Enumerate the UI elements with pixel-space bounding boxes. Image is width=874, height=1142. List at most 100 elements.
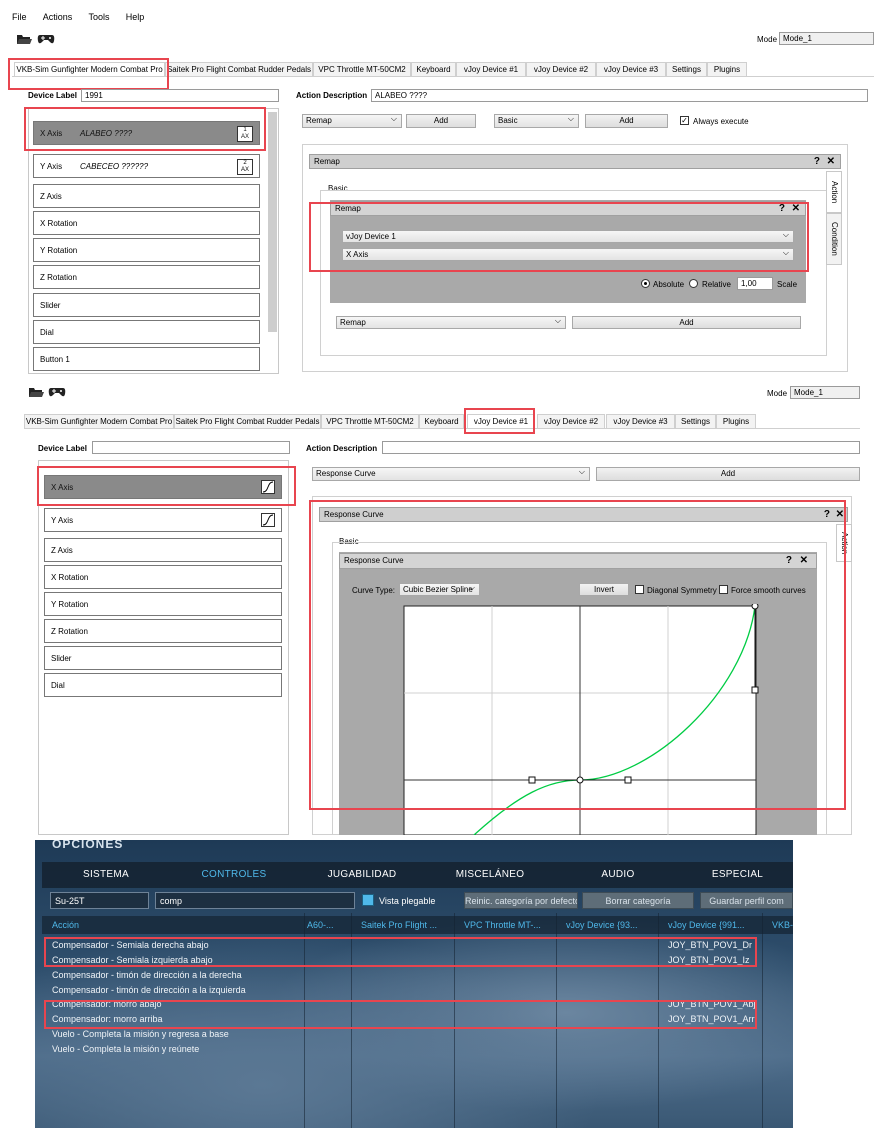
axis-row-x-rotation[interactable]: X Rotation xyxy=(33,211,260,235)
condition-type-combo[interactable]: Basic xyxy=(494,113,579,128)
diagonal-symmetry-checkbox[interactable] xyxy=(635,585,644,594)
tab-sistema[interactable]: SISTEMA xyxy=(42,862,170,888)
mode-select[interactable]: Mode_1 xyxy=(779,32,874,45)
absolute-radio[interactable] xyxy=(641,279,650,288)
help-icon[interactable]: ? xyxy=(779,202,785,216)
scale-spinbox[interactable]: 1,00 xyxy=(737,277,773,290)
menu-actions[interactable]: Actions xyxy=(43,12,73,22)
axis-row-y[interactable]: Y Axis CABECEO ?????? 2 AX xyxy=(33,154,260,178)
reset-category-button[interactable]: Reinic. categoría por defecto xyxy=(464,892,578,909)
help-icon[interactable]: ? xyxy=(814,155,820,169)
curve-type-combo[interactable]: Cubic Bezier Spline xyxy=(399,582,480,596)
axis-row-x[interactable]: X Axis ALABEO ???? 1 AX xyxy=(33,121,260,145)
tab-miscelaneo[interactable]: MISCELÁNEO xyxy=(426,862,554,888)
binding-cell-vjoy[interactable]: JOY_BTN_POV1_Arr xyxy=(668,1014,755,1024)
invert-button[interactable]: Invert xyxy=(579,583,629,596)
column-vjoy-93[interactable]: vJoy Device {93... xyxy=(566,920,660,930)
binding-row-action[interactable]: Compensador - timón de dirección a la de… xyxy=(52,970,242,980)
gamepad-icon[interactable] xyxy=(48,386,66,398)
always-execute-checkbox[interactable]: ✓ xyxy=(680,116,689,125)
column-saitek[interactable]: Saitek Pro Flight ... xyxy=(361,920,457,930)
side-tab-condition[interactable]: Condition xyxy=(826,213,842,265)
column-vjoy-991[interactable]: vJoy Device {991... xyxy=(668,920,762,930)
tab-vjoy1[interactable]: vJoy Device #1 xyxy=(456,62,526,76)
tab-settings[interactable]: Settings xyxy=(666,62,707,76)
tab-vkb[interactable]: VKB-Sim Gunfighter Modern Combat Pro xyxy=(24,414,174,428)
axis-list-scrollbar[interactable] xyxy=(268,112,277,332)
axis-row-z[interactable]: Z Axis xyxy=(44,538,282,562)
tab-keyboard[interactable]: Keyboard xyxy=(411,62,456,76)
save-profile-button[interactable]: Guardar perfil com xyxy=(700,892,793,909)
tab-saitek[interactable]: Saitek Pro Flight Combat Rudder Pedals xyxy=(174,414,321,428)
category-filter-input[interactable]: comp xyxy=(155,892,355,909)
vista-plegable-checkbox[interactable] xyxy=(362,894,374,906)
binding-cell-vjoy[interactable]: JOY_BTN_POV1_Iz xyxy=(668,955,750,965)
axis-row-y-rotation[interactable]: Y Rotation xyxy=(44,592,282,616)
axis-row-slider[interactable]: Slider xyxy=(33,293,260,317)
tab-vjoy3[interactable]: vJoy Device #3 xyxy=(596,62,666,76)
action-description-input[interactable]: ALABEO ???? xyxy=(371,89,868,102)
tab-vkb[interactable]: VKB-Sim Gunfighter Modern Combat Pro xyxy=(14,62,165,76)
clear-category-button[interactable]: Borrar categoría xyxy=(582,892,694,909)
axis-row-button1[interactable]: Button 1 xyxy=(33,347,260,371)
axis-row-slider[interactable]: Slider xyxy=(44,646,282,670)
action-description-input[interactable] xyxy=(382,441,860,454)
tab-settings[interactable]: Settings xyxy=(675,414,716,428)
binding-row-action[interactable]: Vuelo - Completa la misión y reúnete xyxy=(52,1044,199,1054)
menu-help[interactable]: Help xyxy=(126,12,145,22)
close-icon[interactable]: ✕ xyxy=(800,554,808,568)
column-accion[interactable]: Acción xyxy=(52,920,292,930)
relative-radio[interactable] xyxy=(689,279,698,288)
binding-row-action[interactable]: Compensador: morro abajo xyxy=(52,999,162,1009)
sub-add-button[interactable]: Add xyxy=(572,316,801,329)
response-curve-graph[interactable] xyxy=(349,604,807,835)
tab-plugins[interactable]: Plugins xyxy=(707,62,747,76)
vjoy-device-combo[interactable]: vJoy Device 1 xyxy=(342,229,794,243)
axis-row-y-rotation[interactable]: Y Rotation xyxy=(33,238,260,262)
aircraft-select[interactable]: Su-25T xyxy=(50,892,149,909)
mode-select[interactable]: Mode_1 xyxy=(790,386,860,399)
tab-vpc-throttle[interactable]: VPC Throttle MT-50CM2 xyxy=(313,62,411,76)
side-tab-action[interactable]: Action xyxy=(826,171,842,213)
tab-especial[interactable]: ESPECIAL xyxy=(682,862,793,888)
tab-vjoy2[interactable]: vJoy Device #2 xyxy=(526,62,596,76)
help-icon[interactable]: ? xyxy=(824,508,830,522)
axis-row-x-rotation[interactable]: X Rotation xyxy=(44,565,282,589)
binding-row-action[interactable]: Compensador: morro arriba xyxy=(52,1014,163,1024)
binding-row-action[interactable]: Compensador - Semiala izquierda abajo xyxy=(52,955,213,965)
tab-jugabilidad[interactable]: JUGABILIDAD xyxy=(298,862,426,888)
axis-row-z-rotation[interactable]: Z Rotation xyxy=(44,619,282,643)
open-folder-icon[interactable] xyxy=(16,33,32,45)
column-vkb[interactable]: VKB- xyxy=(772,920,793,930)
add-action-button[interactable]: Add xyxy=(596,467,860,481)
tab-vjoy3[interactable]: vJoy Device #3 xyxy=(606,414,675,428)
binding-row-action[interactable]: Compensador - timón de dirección a la iz… xyxy=(52,985,246,995)
binding-row-action[interactable]: Vuelo - Completa la misión y regresa a b… xyxy=(52,1029,229,1039)
menu-file[interactable]: File xyxy=(12,12,27,22)
binding-cell-vjoy[interactable]: JOY_BTN_POV1_Dr xyxy=(668,940,752,950)
axis-row-dial[interactable]: Dial xyxy=(33,320,260,344)
open-folder-icon[interactable] xyxy=(28,386,44,398)
tab-vpc-throttle[interactable]: VPC Throttle MT-50CM2 xyxy=(321,414,419,428)
binding-row-action[interactable]: Compensador - Semiala derecha abajo xyxy=(52,940,209,950)
tab-saitek[interactable]: Saitek Pro Flight Combat Rudder Pedals xyxy=(165,62,313,76)
tab-vjoy2[interactable]: vJoy Device #2 xyxy=(537,414,605,428)
gamepad-icon[interactable] xyxy=(37,33,55,45)
vjoy-axis-combo[interactable]: X Axis xyxy=(342,247,794,261)
close-icon[interactable]: ✕ xyxy=(827,155,835,169)
axis-row-y[interactable]: Y Axis xyxy=(44,508,282,532)
device-label-input[interactable] xyxy=(92,441,290,454)
tab-plugins[interactable]: Plugins xyxy=(716,414,756,428)
device-label-input[interactable]: 1991 xyxy=(81,89,279,102)
force-smooth-checkbox[interactable] xyxy=(719,585,728,594)
tab-audio[interactable]: AUDIO xyxy=(554,862,682,888)
tab-vjoy1[interactable]: vJoy Device #1 xyxy=(467,414,535,428)
sub-action-combo[interactable]: Remap xyxy=(336,315,566,329)
axis-row-z[interactable]: Z Axis xyxy=(33,184,260,208)
tab-controles[interactable]: CONTROLES xyxy=(170,862,298,888)
close-icon[interactable]: ✕ xyxy=(792,202,800,216)
side-tab-action[interactable]: Action xyxy=(836,524,852,562)
tab-keyboard[interactable]: Keyboard xyxy=(419,414,464,428)
axis-row-x[interactable]: X Axis xyxy=(44,475,282,499)
axis-row-dial[interactable]: Dial xyxy=(44,673,282,697)
